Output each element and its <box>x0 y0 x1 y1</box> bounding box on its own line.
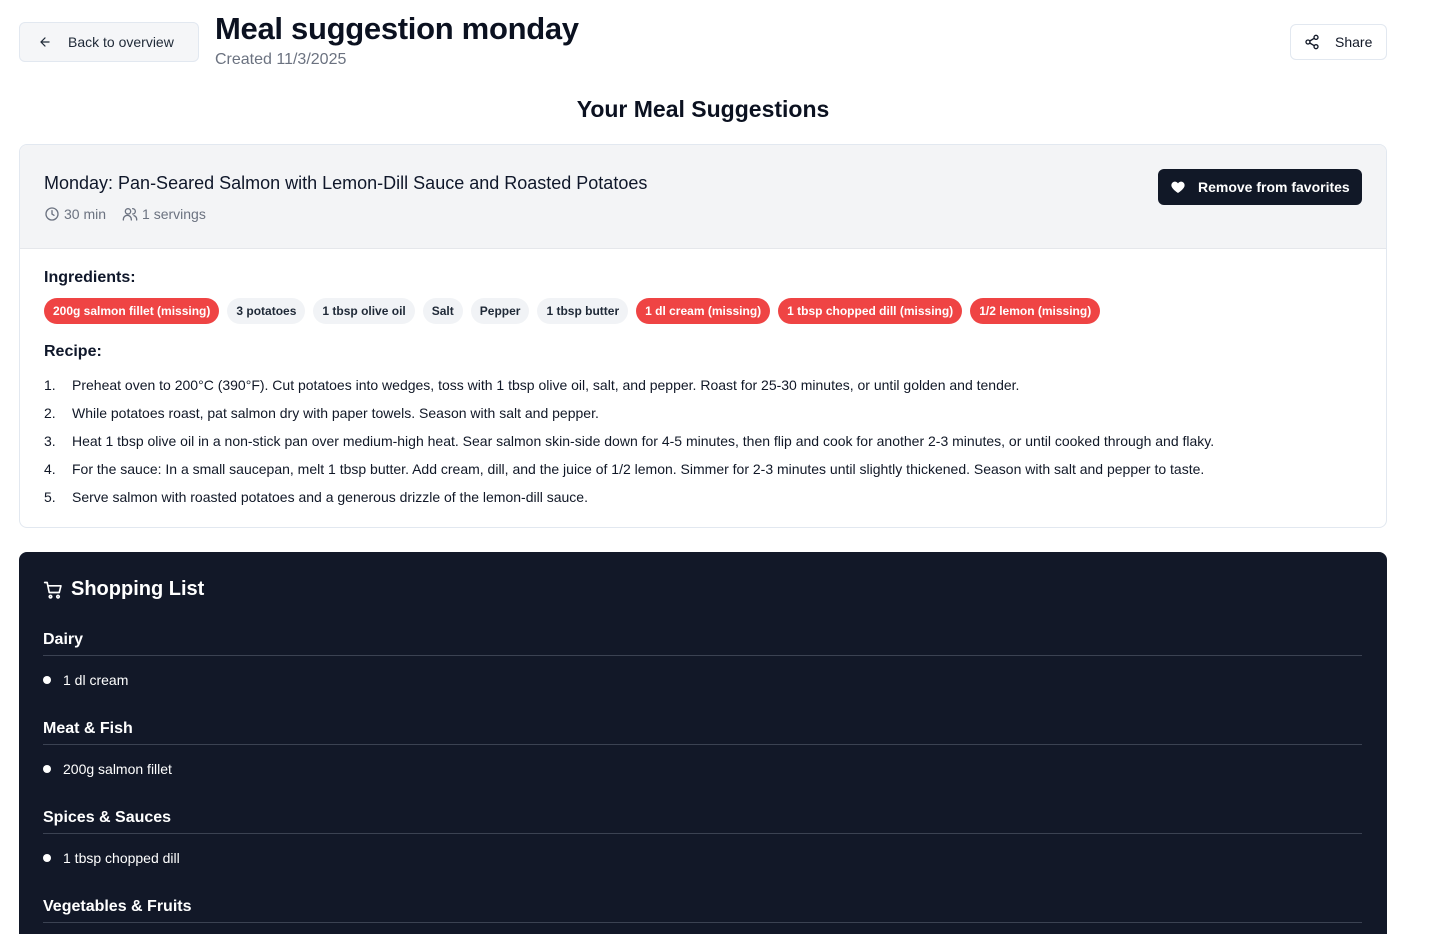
users-icon <box>122 208 138 221</box>
share-button[interactable]: Share <box>1290 24 1387 60</box>
recipe-steps: 1. Preheat oven to 200°C (390°F). Cut pot… <box>44 371 1214 511</box>
shopping-item-label: 1 tbsp chopped dill <box>63 850 180 866</box>
share-label: Share <box>1335 34 1373 50</box>
shopping-cart-icon <box>43 581 62 599</box>
step-number: 1. <box>44 377 56 393</box>
step-number: 3. <box>44 433 56 449</box>
bullet-icon <box>43 765 51 773</box>
shopping-item: 1 dl cream <box>43 672 1362 688</box>
bullet-icon <box>43 854 51 862</box>
recipe-step: 2. While potatoes roast, pat salmon dry w… <box>44 399 1214 427</box>
clock-icon <box>45 207 59 221</box>
shopping-category-meat-fish: Meat & Fish 200g salmon fillet <box>43 720 1362 777</box>
shopping-item: 200g salmon fillet <box>43 761 1362 777</box>
back-to-overview-label: Back to overview <box>68 34 174 50</box>
shopping-category-dairy: Dairy 1 dl cream <box>43 631 1362 688</box>
section-title: Your Meal Suggestions <box>576 96 830 122</box>
meal-title: Monday: Pan-Seared Salmon with Lemon-Dil… <box>44 173 648 193</box>
shopping-list-title-label: Shopping List <box>71 578 205 600</box>
remove-from-favorites-label: Remove from favorites <box>1198 179 1350 195</box>
shopping-list-title: Shopping List <box>43 578 204 601</box>
step-text: Preheat oven to 200°C (390°F). Cut potat… <box>72 377 1020 393</box>
page: Back to overview Meal suggestion monday … <box>0 0 1434 934</box>
shopping-item-label: 200g salmon fillet <box>63 761 172 777</box>
bullet-icon <box>43 676 51 684</box>
category-heading: Dairy <box>43 631 1362 656</box>
ingredient-chip: 200g salmon fillet (missing) <box>44 298 220 324</box>
ingredient-chip: 1 tbsp olive oil <box>313 298 415 324</box>
step-number: 4. <box>44 461 56 477</box>
ingredient-chip: 1 dl cream (missing) <box>636 298 771 324</box>
ingredient-chips: 200g salmon fillet (missing) 3 potatoes … <box>44 298 1101 324</box>
heart-icon <box>1171 181 1185 193</box>
share-icon <box>1305 34 1319 50</box>
meal-time: 30 min <box>44 206 106 222</box>
step-number: 2. <box>44 405 56 421</box>
shopping-category-vegetables-fruits: Vegetables & Fruits <box>43 898 1362 923</box>
meal-meta: 30 min 1 servings <box>44 206 206 222</box>
recipe-step: 5. Serve salmon with roasted potatoes and… <box>44 483 1214 511</box>
shopping-category-spices-sauces: Spices & Sauces 1 tbsp chopped dill <box>43 809 1362 866</box>
shopping-list-panel: Shopping List Dairy 1 dl cream Meat & Fi… <box>19 552 1387 934</box>
recipe-heading: Recipe: <box>44 343 102 360</box>
ingredient-chip: 3 potatoes <box>227 298 306 324</box>
page-title: Meal suggestion monday <box>215 11 579 46</box>
ingredient-chip: Pepper <box>470 298 530 324</box>
step-text: Heat 1 tbsp olive oil in a non-stick pan… <box>72 433 1215 449</box>
ingredients-heading: Ingredients: <box>44 269 136 286</box>
category-heading: Vegetables & Fruits <box>43 898 1362 923</box>
step-text: While potatoes roast, pat salmon dry wit… <box>72 405 599 421</box>
category-heading: Meat & Fish <box>43 720 1362 745</box>
meal-card-header: Monday: Pan-Seared Salmon with Lemon-Dil… <box>20 145 1386 249</box>
step-text: Serve salmon with roasted potatoes and a… <box>72 489 588 505</box>
category-heading: Spices & Sauces <box>43 809 1362 834</box>
remove-from-favorites-button[interactable]: Remove from favorites <box>1158 169 1362 205</box>
arrow-left-icon <box>40 37 50 47</box>
recipe-step: 4. For the sauce: In a small saucepan, me… <box>44 455 1214 483</box>
ingredient-chip: 1 tbsp chopped dill (missing) <box>778 298 963 324</box>
meal-servings: 1 servings <box>122 206 206 222</box>
ingredient-chip: Salt <box>422 298 463 324</box>
shopping-item-label: 1 dl cream <box>63 672 129 688</box>
back-to-overview-button[interactable]: Back to overview <box>19 22 199 62</box>
recipe-step: 3. Heat 1 tbsp olive oil in a non-stick p… <box>44 427 1214 455</box>
step-text: For the sauce: In a small saucepan, melt… <box>72 461 1205 477</box>
meal-time-label: 30 min <box>64 206 107 222</box>
recipe-step: 1. Preheat oven to 200°C (390°F). Cut pot… <box>44 371 1214 399</box>
step-number: 5. <box>44 489 56 505</box>
shopping-item: 1 tbsp chopped dill <box>43 850 1362 866</box>
created-date: Created 11/3/2025 <box>215 51 347 68</box>
ingredient-chip: 1 tbsp butter <box>537 298 629 324</box>
meal-card: Monday: Pan-Seared Salmon with Lemon-Dil… <box>19 144 1387 528</box>
ingredient-chip: 1/2 lemon (missing) <box>970 298 1101 324</box>
meal-servings-label: 1 servings <box>142 206 206 222</box>
